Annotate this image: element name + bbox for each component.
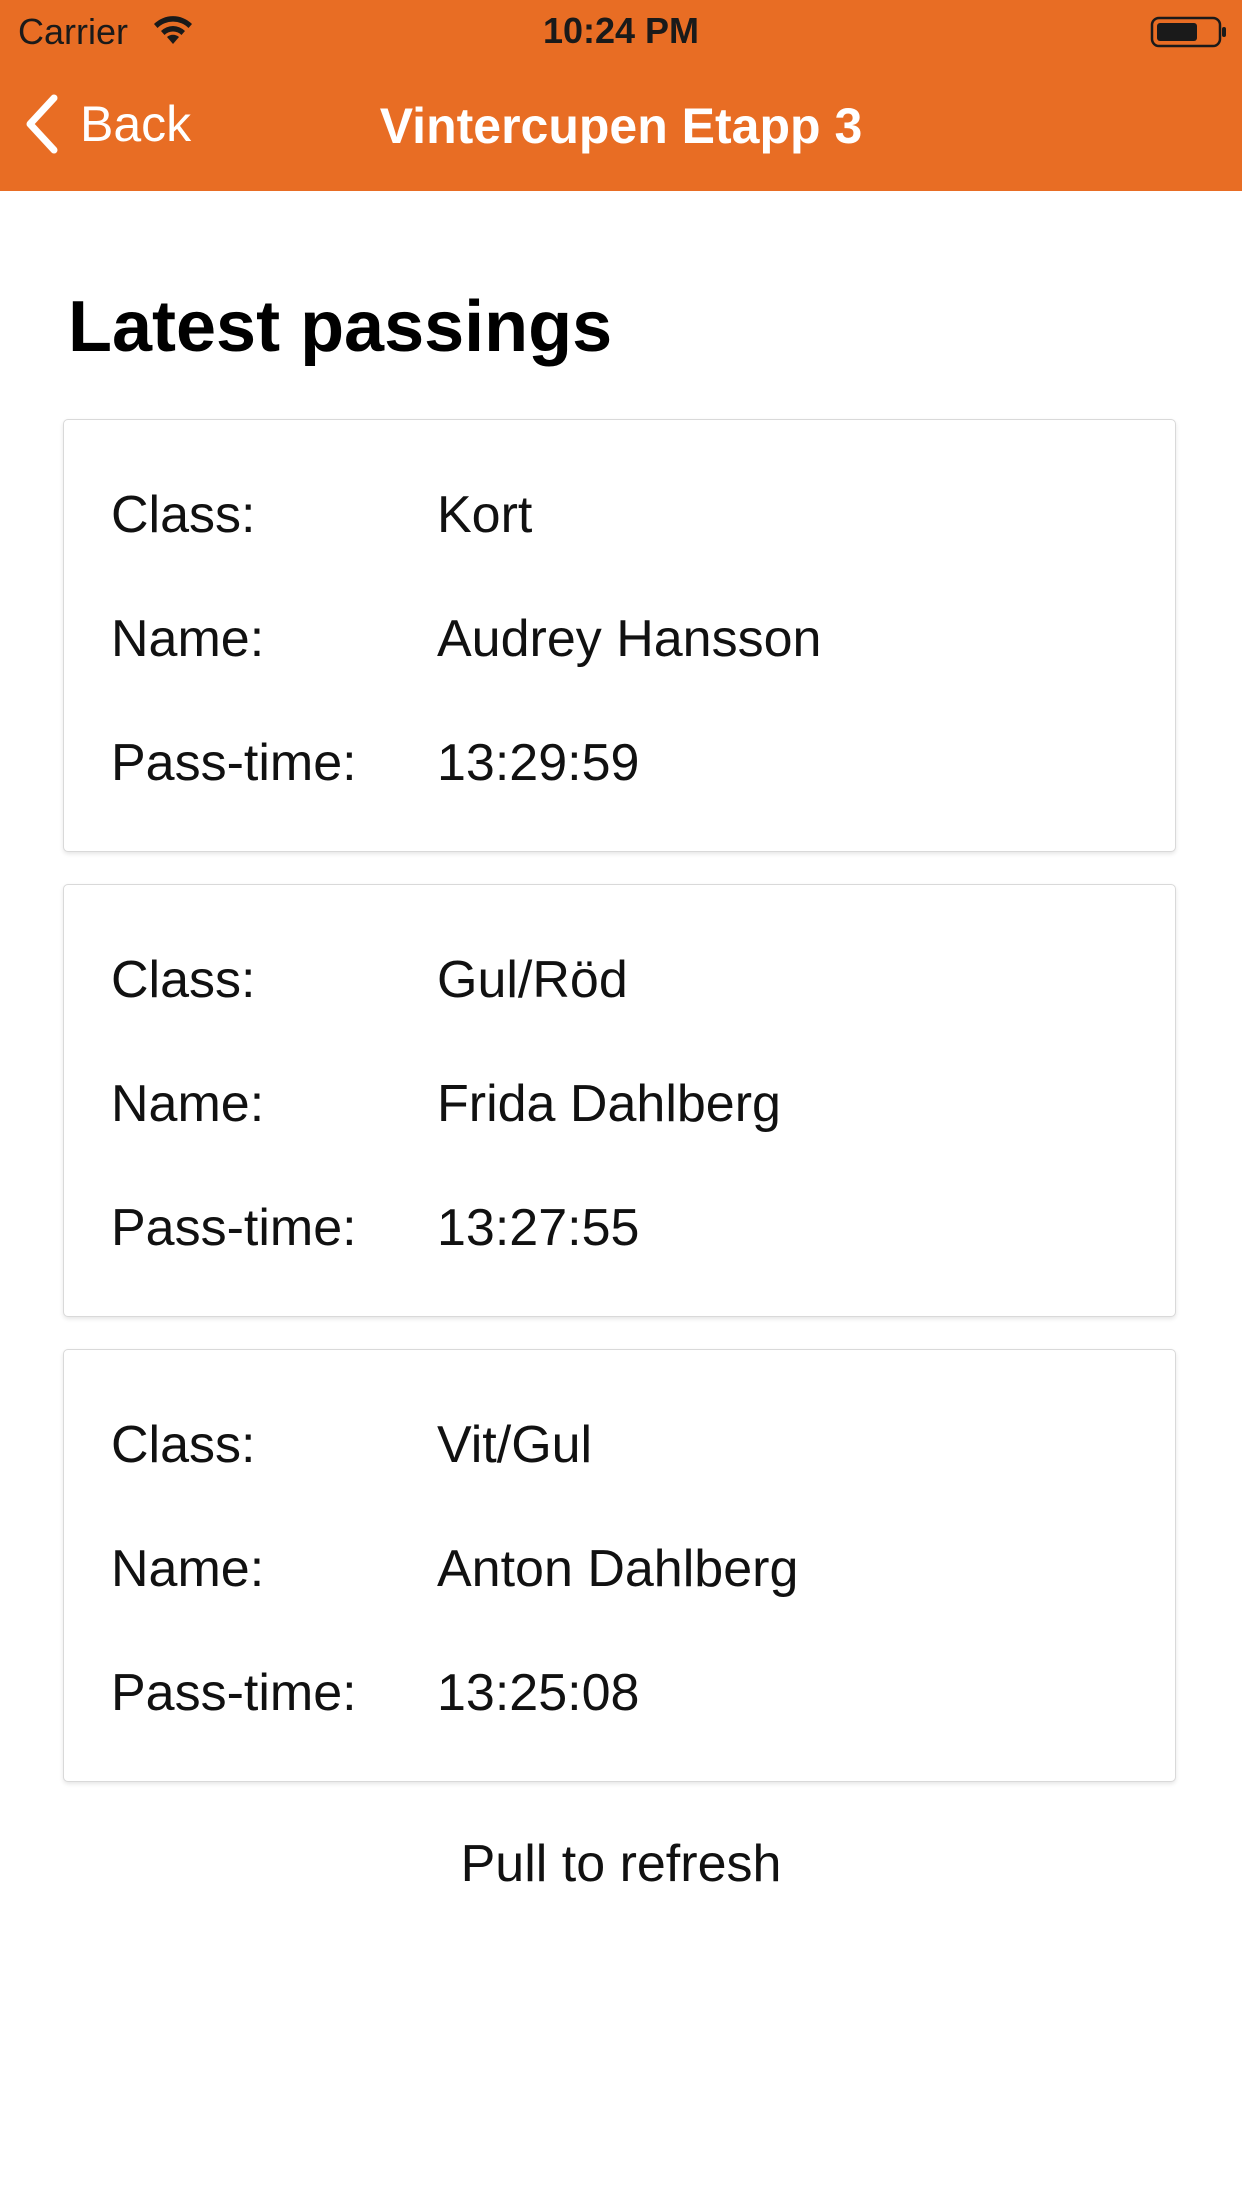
passing-card[interactable]: Class: Kort Name: Audrey Hansson Pass-ti… xyxy=(63,419,1176,852)
class-label: Class: xyxy=(111,951,256,1009)
passing-card[interactable]: Class: Gul/Röd Name: Frida Dahlberg Pass… xyxy=(63,884,1176,1317)
class-row: Class: Gul/Röd xyxy=(111,945,628,1015)
class-row: Class: Kort xyxy=(111,480,532,550)
name-value: Audrey Hansson xyxy=(437,610,822,668)
page-title: Latest passings xyxy=(68,287,613,367)
class-value: Vit/Gul xyxy=(437,1416,593,1474)
pass-time-label: Pass-time: xyxy=(111,1664,357,1722)
pass-time-row: Pass-time: 13:29:59 xyxy=(111,728,639,798)
name-row: Name: Frida Dahlberg xyxy=(111,1069,781,1139)
pass-time-value: 13:29:59 xyxy=(437,734,640,792)
passings-list: Class: Kort Name: Audrey Hansson Pass-ti… xyxy=(63,419,1178,1814)
pass-time-value: 13:25:08 xyxy=(437,1664,640,1722)
pull-to-refresh-hint: Pull to refresh xyxy=(460,1835,782,1893)
name-label: Name: xyxy=(111,1540,265,1598)
name-row: Name: Audrey Hansson xyxy=(111,604,821,674)
name-label: Name: xyxy=(111,1075,265,1133)
app-header: Carrier 10:24 PM Back Vintercupen Etapp … xyxy=(0,0,1242,191)
status-time: 10:24 PM xyxy=(542,10,700,51)
nav-title: Vintercupen Etapp 3 xyxy=(379,98,863,154)
name-row: Name: Anton Dahlberg xyxy=(111,1534,798,1604)
name-value: Frida Dahlberg xyxy=(437,1075,781,1133)
class-value: Kort xyxy=(437,486,533,544)
status-bar: Carrier 10:24 PM xyxy=(0,0,1242,62)
pass-time-label: Pass-time: xyxy=(111,734,357,792)
class-value: Gul/Röd xyxy=(437,951,628,1009)
class-row: Class: Vit/Gul xyxy=(111,1410,592,1480)
name-label: Name: xyxy=(111,610,265,668)
class-label: Class: xyxy=(111,486,256,544)
navigation-bar: Back Vintercupen Etapp 3 xyxy=(0,62,1242,191)
pass-time-row: Pass-time: 13:27:55 xyxy=(111,1193,639,1263)
passing-card[interactable]: Class: Vit/Gul Name: Anton Dahlberg Pass… xyxy=(63,1349,1176,1782)
name-value: Anton Dahlberg xyxy=(437,1540,799,1598)
battery-icon xyxy=(1150,16,1226,48)
pass-time-label: Pass-time: xyxy=(111,1199,357,1257)
class-label: Class: xyxy=(111,1416,256,1474)
pass-time-row: Pass-time: 13:25:08 xyxy=(111,1658,639,1728)
pass-time-value: 13:27:55 xyxy=(437,1199,640,1257)
